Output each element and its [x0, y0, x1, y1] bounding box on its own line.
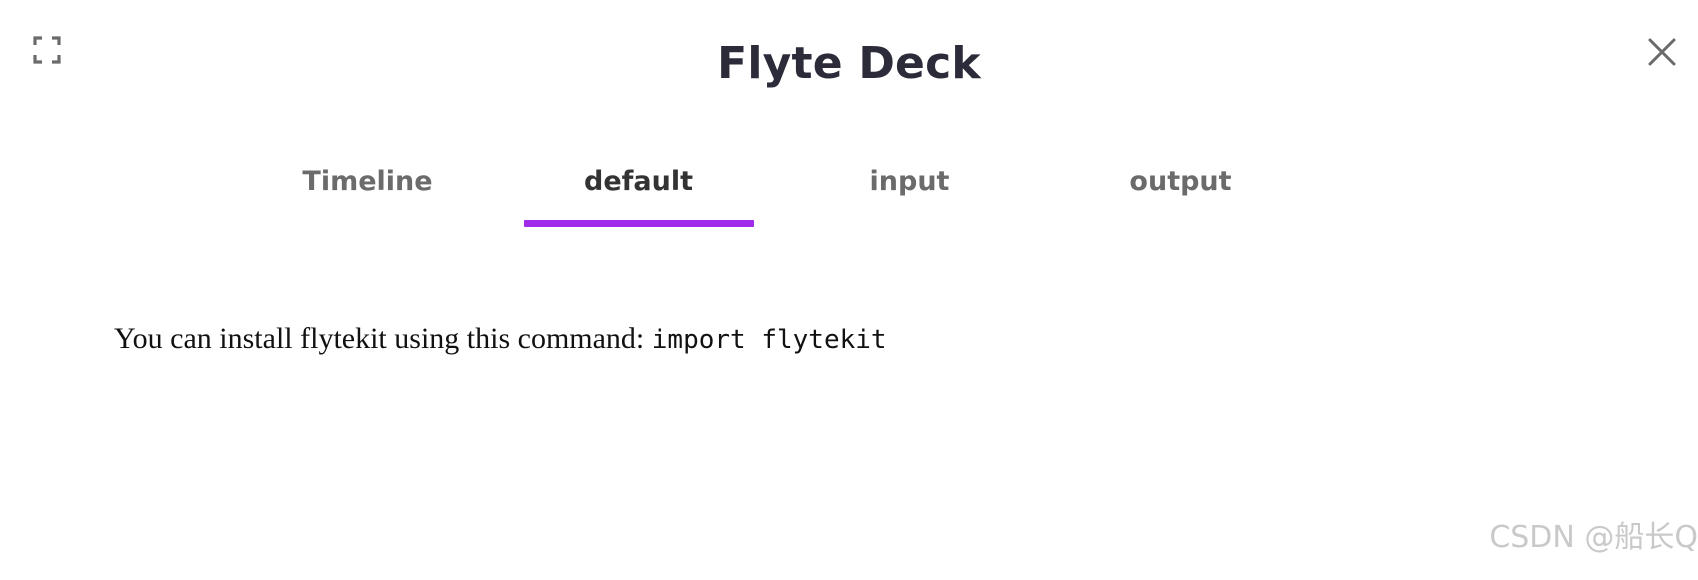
tab-bar: Timeline default input output [232, 160, 1316, 230]
content-text: You can install flytekit using this comm… [114, 322, 645, 355]
tab-default[interactable]: default [503, 160, 774, 230]
tab-label: default [584, 166, 693, 197]
deck-content: You can install flytekit using this comm… [114, 322, 887, 356]
active-tab-indicator [524, 220, 754, 227]
close-icon[interactable] [1646, 36, 1678, 68]
page-title: Flyte Deck [717, 38, 981, 89]
tab-timeline[interactable]: Timeline [232, 160, 503, 230]
flyte-deck-page: Flyte Deck Timeline default input output… [0, 0, 1698, 580]
watermark: CSDN @船长Q [1489, 520, 1698, 555]
tab-input[interactable]: input [774, 160, 1045, 230]
tab-label: output [1129, 166, 1232, 197]
tab-label: Timeline [302, 166, 433, 197]
code-snippet: import flytekit [651, 325, 887, 355]
tab-label: input [869, 166, 950, 197]
tab-output[interactable]: output [1045, 160, 1316, 230]
